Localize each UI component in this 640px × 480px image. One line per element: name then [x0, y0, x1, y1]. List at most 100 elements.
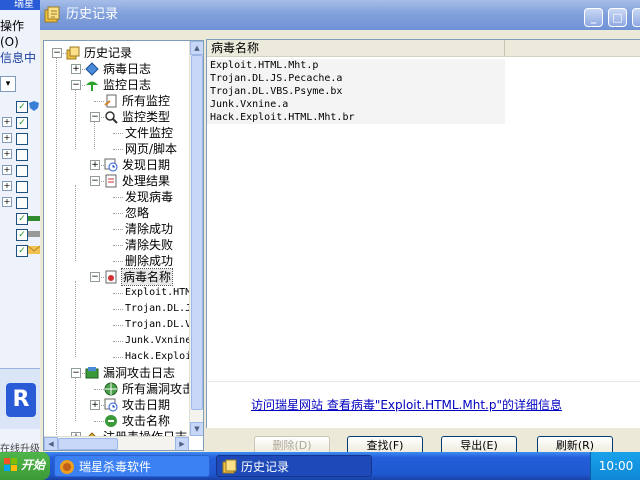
collapse-icon[interactable]: − — [90, 112, 100, 122]
windows-flag-icon — [4, 458, 17, 471]
expand-icon[interactable]: + — [2, 117, 12, 127]
clock-icon — [104, 398, 118, 412]
tree-node-label: 发现日期 — [122, 158, 171, 172]
tree-node-label: 攻击日期 — [122, 398, 171, 412]
background-bottom-label[interactable]: 在线升级 — [0, 440, 40, 452]
result-icon — [105, 174, 117, 188]
minimize-button[interactable]: _ — [584, 8, 603, 27]
tree-node-label: 网页/脚本 — [125, 142, 178, 156]
tree-connector — [113, 325, 123, 326]
taskbar-item-history[interactable]: 历史记录 — [216, 455, 372, 477]
list-item[interactable]: Exploit.HTML.Mht.p — [207, 59, 505, 72]
taskbar-item-rising[interactable]: 瑞星杀毒软件 — [54, 455, 210, 477]
background-app-window: 瑞星 操作(O) 信息中 ▾ ✓ + ✓ + + + + + ✓ ✓ ✓ R 在线… — [0, 0, 40, 452]
clock: 10:00 — [598, 459, 634, 473]
memory-icon — [28, 216, 40, 221]
checkbox-icon[interactable]: ✓ — [16, 229, 28, 241]
tree-vertical-scrollbar[interactable]: ▲ ▼ — [189, 41, 203, 436]
close-button[interactable] — [632, 8, 640, 27]
tree-connector — [94, 421, 104, 422]
expand-icon[interactable]: + — [2, 165, 12, 175]
scroll-up-icon[interactable]: ▲ — [190, 41, 203, 55]
virus-detail-link[interactable]: 访问瑞星网站 查看病毒"Exploit.HTML.Mht.p"的详细信息 — [251, 396, 562, 413]
tree-node-label: Exploit.HTML.Mht.p — [125, 287, 189, 298]
checkbox-icon[interactable]: ✓ — [16, 213, 28, 225]
checkbox-icon[interactable]: ✓ — [16, 101, 28, 113]
expand-icon[interactable]: + — [71, 64, 81, 74]
tree-connector — [113, 245, 123, 246]
checkbox-icon[interactable]: ✓ — [16, 245, 28, 257]
list-item[interactable]: Trojan.DL.VBS.Psyme.bx — [207, 85, 505, 98]
history-window: 历史记录 _ □ − 历史记录 + 病毒日志 − 监控日志 所有监控 − 监控类型 文件监控 网页/… — [40, 0, 640, 456]
lion-icon — [60, 460, 74, 474]
column-header-virus-name[interactable]: 病毒名称 — [207, 40, 505, 56]
tree-content: − 历史记录 + 病毒日志 − 监控日志 所有监控 − 监控类型 文件监控 网页/脚本 + 发现日期 − 处… — [44, 41, 189, 436]
tree-node-label: 监控日志 — [103, 78, 152, 92]
taskbar-item-label: 历史记录 — [241, 460, 290, 474]
background-app-title: 瑞星 — [0, 0, 40, 10]
maximize-icon: □ — [612, 11, 623, 24]
expand-icon[interactable]: + — [2, 197, 12, 207]
tree-connector — [75, 281, 76, 357]
collapse-icon[interactable]: − — [71, 368, 81, 378]
collapse-icon[interactable]: − — [90, 176, 100, 186]
tree-vscroll-thumb[interactable] — [191, 55, 203, 410]
history-icon — [222, 459, 237, 474]
expand-icon[interactable]: + — [90, 160, 100, 170]
clock-icon — [104, 158, 118, 172]
tree-node-label: 病毒名称 — [120, 268, 174, 286]
window-title: 历史记录 — [66, 7, 119, 22]
tree-connector — [113, 229, 123, 230]
tree-node-label: 忽略 — [125, 206, 150, 220]
expand-icon[interactable]: + — [2, 149, 12, 159]
list-item[interactable]: Hack.Exploit.HTML.Mht.br — [207, 111, 505, 124]
tree-node-label: 发现病毒 — [125, 190, 174, 204]
tree-connector — [75, 185, 76, 261]
collapse-icon[interactable]: − — [90, 272, 100, 282]
collapse-icon[interactable]: − — [52, 48, 62, 58]
start-button[interactable]: 开始 — [0, 452, 50, 480]
collapse-icon[interactable]: − — [71, 80, 81, 90]
scroll-right-icon[interactable]: ▶ — [175, 437, 189, 450]
detail-link-area: 访问瑞星网站 查看病毒"Exploit.HTML.Mht.p"的详细信息 — [206, 381, 640, 428]
taskbar-item-label: 瑞星杀毒软件 — [79, 460, 152, 474]
checkbox-icon[interactable] — [16, 149, 28, 161]
background-info-tab[interactable]: 信息中 — [0, 48, 40, 68]
attack-icon — [105, 415, 117, 427]
shield-icon — [29, 101, 39, 111]
tree-connector — [113, 293, 123, 294]
tree-connector — [113, 309, 123, 310]
background-combo-arrow-icon[interactable]: ▾ — [0, 76, 16, 92]
maximize-button[interactable]: □ — [608, 8, 627, 27]
scroll-down-icon[interactable]: ▼ — [190, 422, 203, 436]
tree-node-label: Trojan.DL.JS.Pecache.a — [125, 303, 189, 314]
expand-icon[interactable]: + — [2, 133, 12, 143]
checkbox-icon[interactable] — [16, 165, 28, 177]
checkbox-icon[interactable] — [16, 133, 28, 145]
tree-node-label: 注册表操作日志 — [103, 429, 187, 436]
checkbox-icon[interactable] — [16, 197, 28, 209]
tree-hscroll-thumb[interactable] — [58, 438, 118, 450]
title-bar[interactable]: 历史记录 _ □ — [40, 0, 640, 30]
background-menu-operations[interactable]: 操作(O) — [0, 18, 40, 50]
tree-connector — [94, 389, 104, 390]
tree-node-label: 所有监控 — [122, 94, 171, 108]
tree-node-label: 文件监控 — [125, 126, 174, 140]
tree-horizontal-scrollbar[interactable]: ◀ ▶ — [44, 436, 189, 450]
tree-node-label: 删除成功 — [125, 254, 174, 268]
expand-icon[interactable]: + — [2, 181, 12, 191]
list-item[interactable]: Trojan.DL.JS.Pecache.a — [207, 72, 505, 85]
checkbox-icon[interactable] — [16, 181, 28, 193]
checkbox-icon[interactable]: ✓ — [16, 117, 28, 129]
start-label: 开始 — [21, 458, 46, 472]
globe-icon — [104, 382, 118, 396]
search-icon — [105, 111, 118, 124]
scroll-left-icon[interactable]: ◀ — [44, 437, 58, 450]
tree-connector — [113, 357, 123, 358]
tree-node-label: 攻击名称 — [122, 414, 171, 428]
tree-connector — [75, 377, 76, 421]
virus-name-list: 病毒名称 Exploit.HTML.Mht.p Trojan.DL.JS.Peca… — [206, 39, 640, 382]
list-item[interactable]: Junk.Vxnine.a — [207, 98, 505, 111]
expand-icon[interactable]: + — [90, 400, 100, 410]
tree-node-label: 清除成功 — [125, 222, 174, 236]
